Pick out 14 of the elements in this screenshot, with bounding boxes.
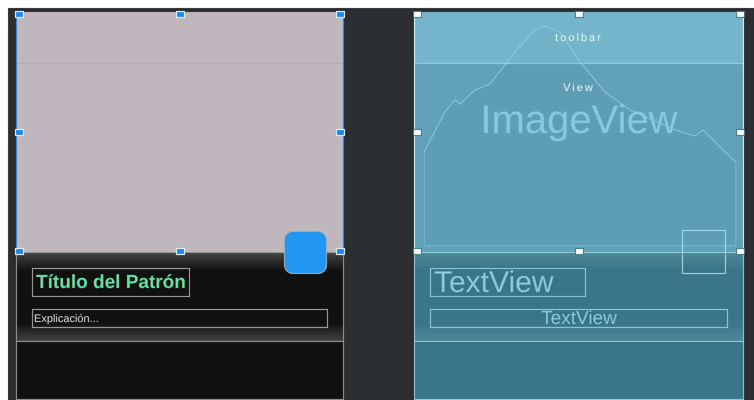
resize-handle[interactable] [736,248,745,255]
explanation-text: Explicación... [32,309,328,328]
toolbar-label: toolbar [555,32,603,44]
title-text-view: TextView [430,268,586,297]
pattern-title: Título del Patrón [32,268,190,297]
resize-handle[interactable] [736,11,745,18]
view-label: View [563,82,595,94]
resize-handle[interactable] [736,129,745,136]
explanation-text-view: TextView [430,309,728,328]
resize-handle[interactable] [413,11,422,18]
resize-handle[interactable] [575,248,584,255]
resize-handle[interactable] [413,248,422,255]
resize-handle[interactable] [575,11,584,18]
resize-handle[interactable] [413,129,422,136]
